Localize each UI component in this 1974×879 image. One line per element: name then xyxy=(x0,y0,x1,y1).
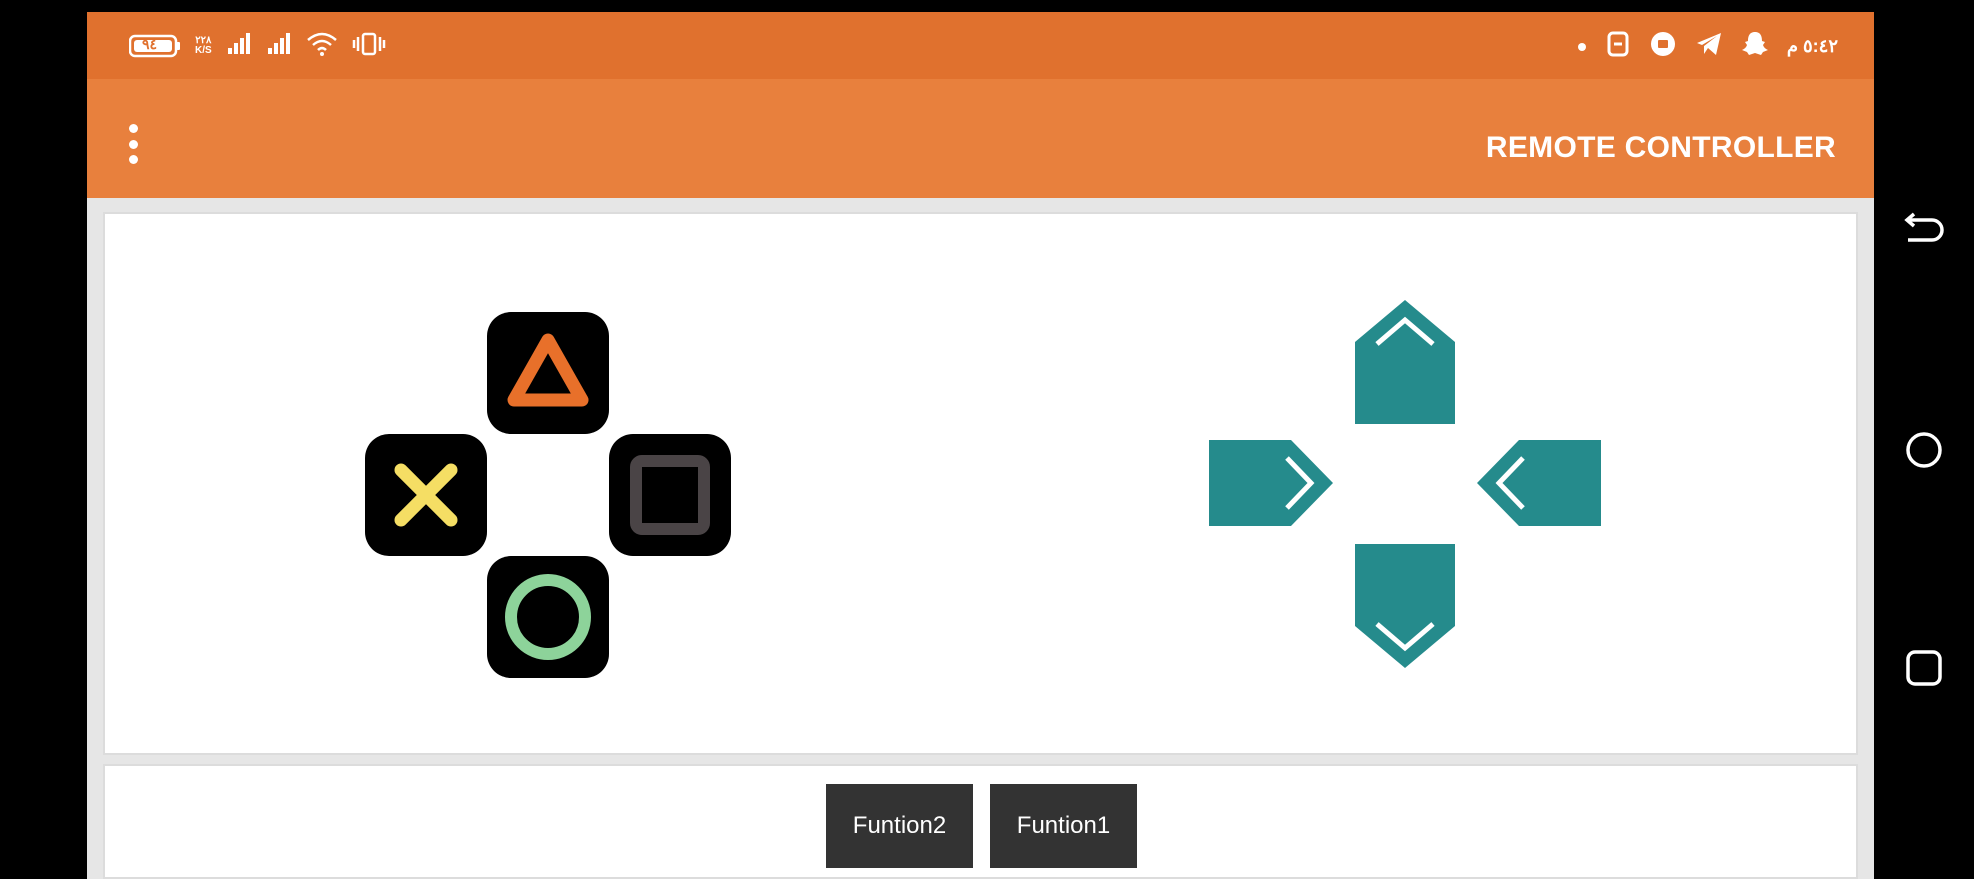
down-arrow-button[interactable] xyxy=(1355,544,1455,668)
left-arrow-button[interactable] xyxy=(1209,440,1333,526)
right-arrow-button[interactable] xyxy=(1477,440,1601,526)
overflow-menu-icon[interactable] xyxy=(127,124,139,164)
app-icon xyxy=(1605,30,1631,63)
vibrate-icon xyxy=(352,31,386,62)
app-bar: REMOTE CONTROLLER xyxy=(87,79,1874,198)
function-panel: Funtion2 Funtion1 xyxy=(103,764,1858,879)
device-screen: ٩٤ ٢٢٨ K/S ٥:٤٢ م REMOTE CONTROLLER Funt… xyxy=(87,12,1874,879)
snapchat-icon xyxy=(1741,30,1769,63)
status-bar: ٩٤ ٢٢٨ K/S ٥:٤٢ م xyxy=(87,12,1874,79)
navigation-bar xyxy=(1874,0,1974,879)
net-speed-icon: ٢٢٨ K/S xyxy=(195,35,212,56)
recents-icon[interactable] xyxy=(1894,638,1954,698)
square-icon xyxy=(630,455,710,535)
app-title: REMOTE CONTROLLER xyxy=(1485,131,1836,164)
status-left: ٩٤ ٢٢٨ K/S xyxy=(129,30,386,62)
back-icon[interactable] xyxy=(1894,200,1954,260)
cross-icon xyxy=(394,463,458,527)
signal-icon xyxy=(226,32,252,61)
telegram-icon xyxy=(1695,31,1723,62)
square-button[interactable] xyxy=(609,434,731,556)
home-icon[interactable] xyxy=(1894,420,1954,480)
controller-panel xyxy=(103,212,1858,755)
triangle-button[interactable] xyxy=(487,312,609,434)
function2-button[interactable]: Funtion2 xyxy=(826,784,973,868)
triangle-icon xyxy=(507,333,589,407)
cross-button[interactable] xyxy=(365,434,487,556)
signal-icon xyxy=(266,32,292,61)
up-arrow-button[interactable] xyxy=(1355,300,1455,424)
clock: ٥:٤٢ م xyxy=(1786,35,1838,56)
status-right: ٥:٤٢ م xyxy=(1577,30,1838,62)
wifi-icon xyxy=(306,31,338,62)
circle-app-icon xyxy=(1649,30,1677,63)
battery-level: ٩٤ xyxy=(142,36,158,52)
right-chevron-icon xyxy=(1209,440,1333,526)
function1-button[interactable]: Funtion1 xyxy=(990,784,1137,868)
up-arrow-icon xyxy=(1355,300,1455,424)
dot-icon xyxy=(1577,36,1587,57)
down-arrow-icon xyxy=(1355,544,1455,668)
circle-icon xyxy=(505,574,591,660)
circle-button[interactable] xyxy=(487,556,609,678)
left-chevron-icon xyxy=(1477,440,1601,526)
